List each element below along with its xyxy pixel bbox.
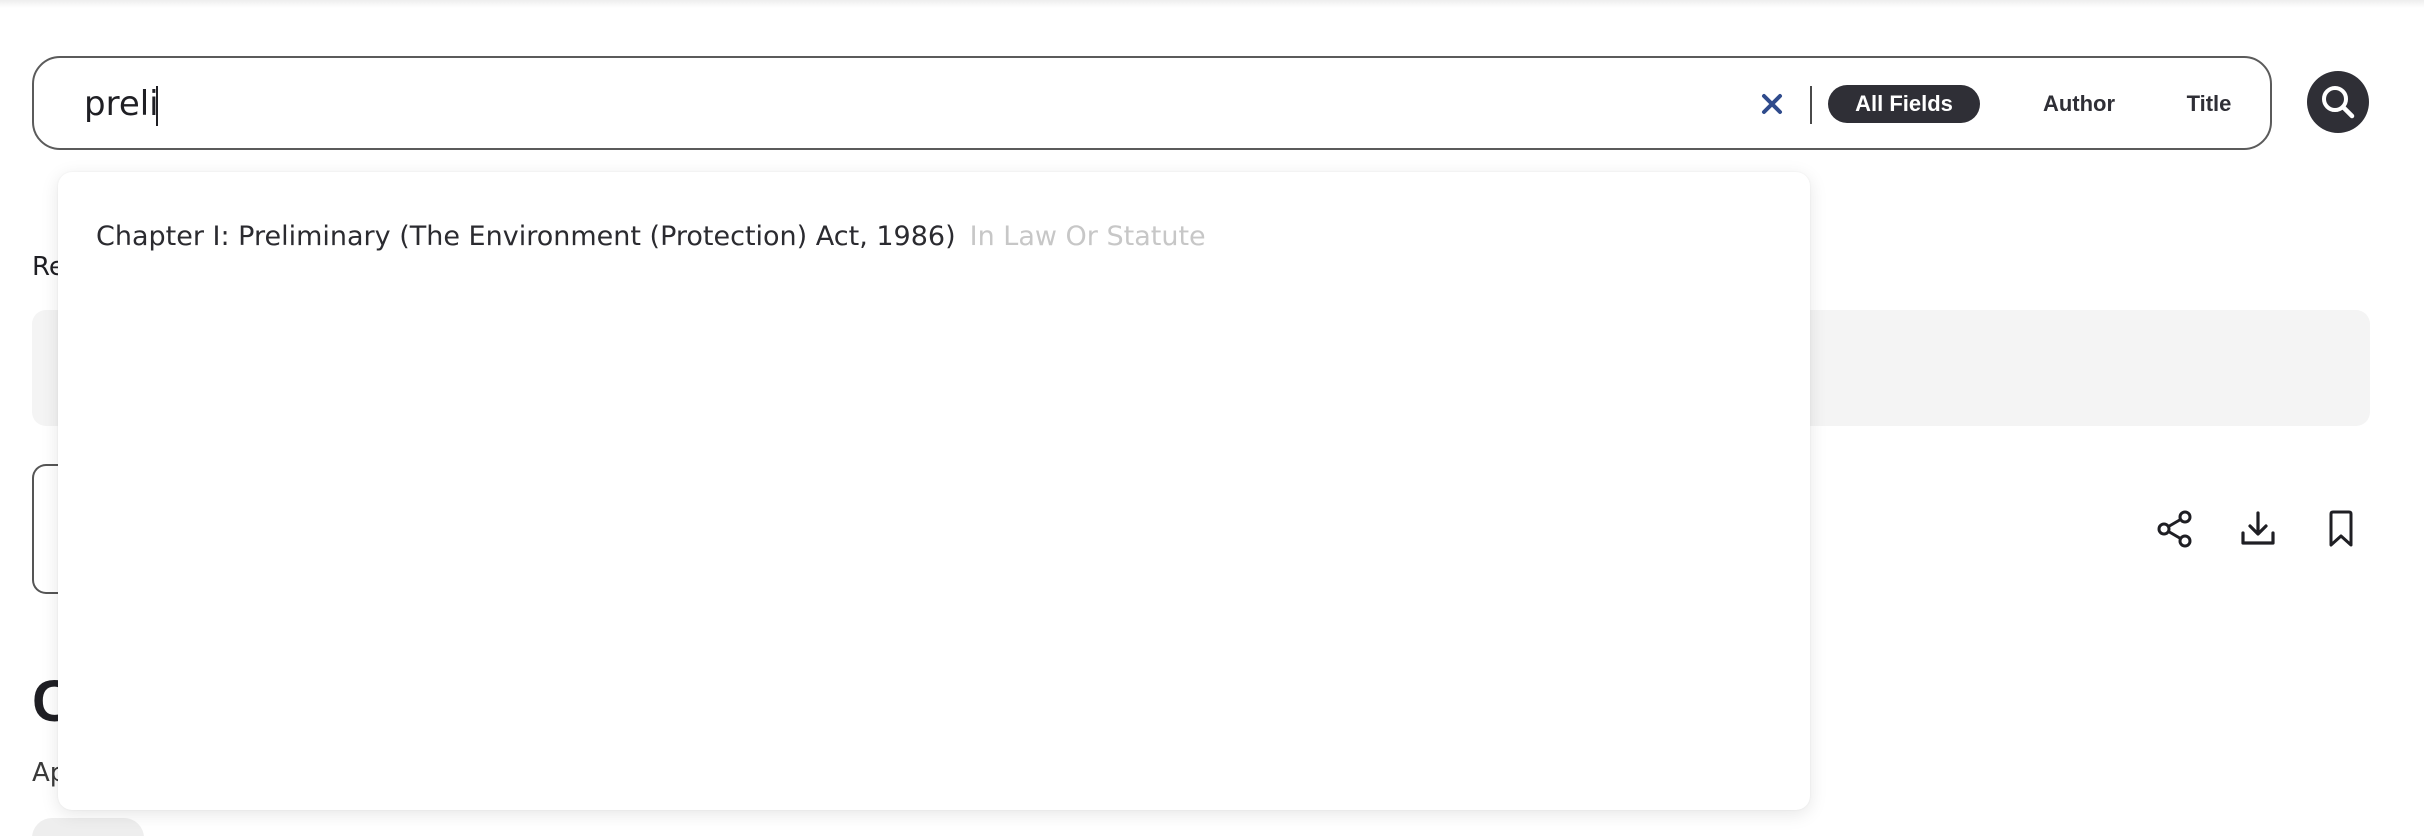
header-shadow xyxy=(0,0,2424,8)
tab-all-fields[interactable]: All Fields xyxy=(1828,85,1980,123)
download-button[interactable] xyxy=(2231,502,2285,556)
suggestion-item[interactable]: Chapter I: Preliminary (The Environment … xyxy=(96,216,1206,256)
search-bar: All Fields Author Title xyxy=(32,56,2272,150)
tab-author[interactable]: Author xyxy=(2009,85,2149,123)
search-button[interactable] xyxy=(2307,71,2369,133)
bookmark-button[interactable] xyxy=(2314,502,2368,556)
suggestion-dropdown: Chapter I: Preliminary (The Environment … xyxy=(58,172,1810,810)
text-caret xyxy=(156,86,158,126)
suggestion-category: In Law Or Statute xyxy=(969,220,1206,252)
clear-search-button[interactable] xyxy=(1752,84,1792,124)
download-icon xyxy=(2241,511,2275,545)
suggestion-title: Chapter I: Preliminary (The Environment … xyxy=(96,220,956,252)
share-icon xyxy=(2157,510,2192,548)
share-button[interactable] xyxy=(2148,502,2202,556)
tab-title[interactable]: Title xyxy=(2164,85,2254,123)
tag-pill[interactable] xyxy=(32,818,144,836)
search-icon xyxy=(2322,86,2355,119)
search-input[interactable] xyxy=(84,76,1664,132)
search-divider xyxy=(1810,86,1812,124)
bookmark-icon xyxy=(2329,510,2353,547)
page: All Fields Author Title Re C Ap xyxy=(0,0,2424,836)
close-icon xyxy=(1762,94,1782,114)
